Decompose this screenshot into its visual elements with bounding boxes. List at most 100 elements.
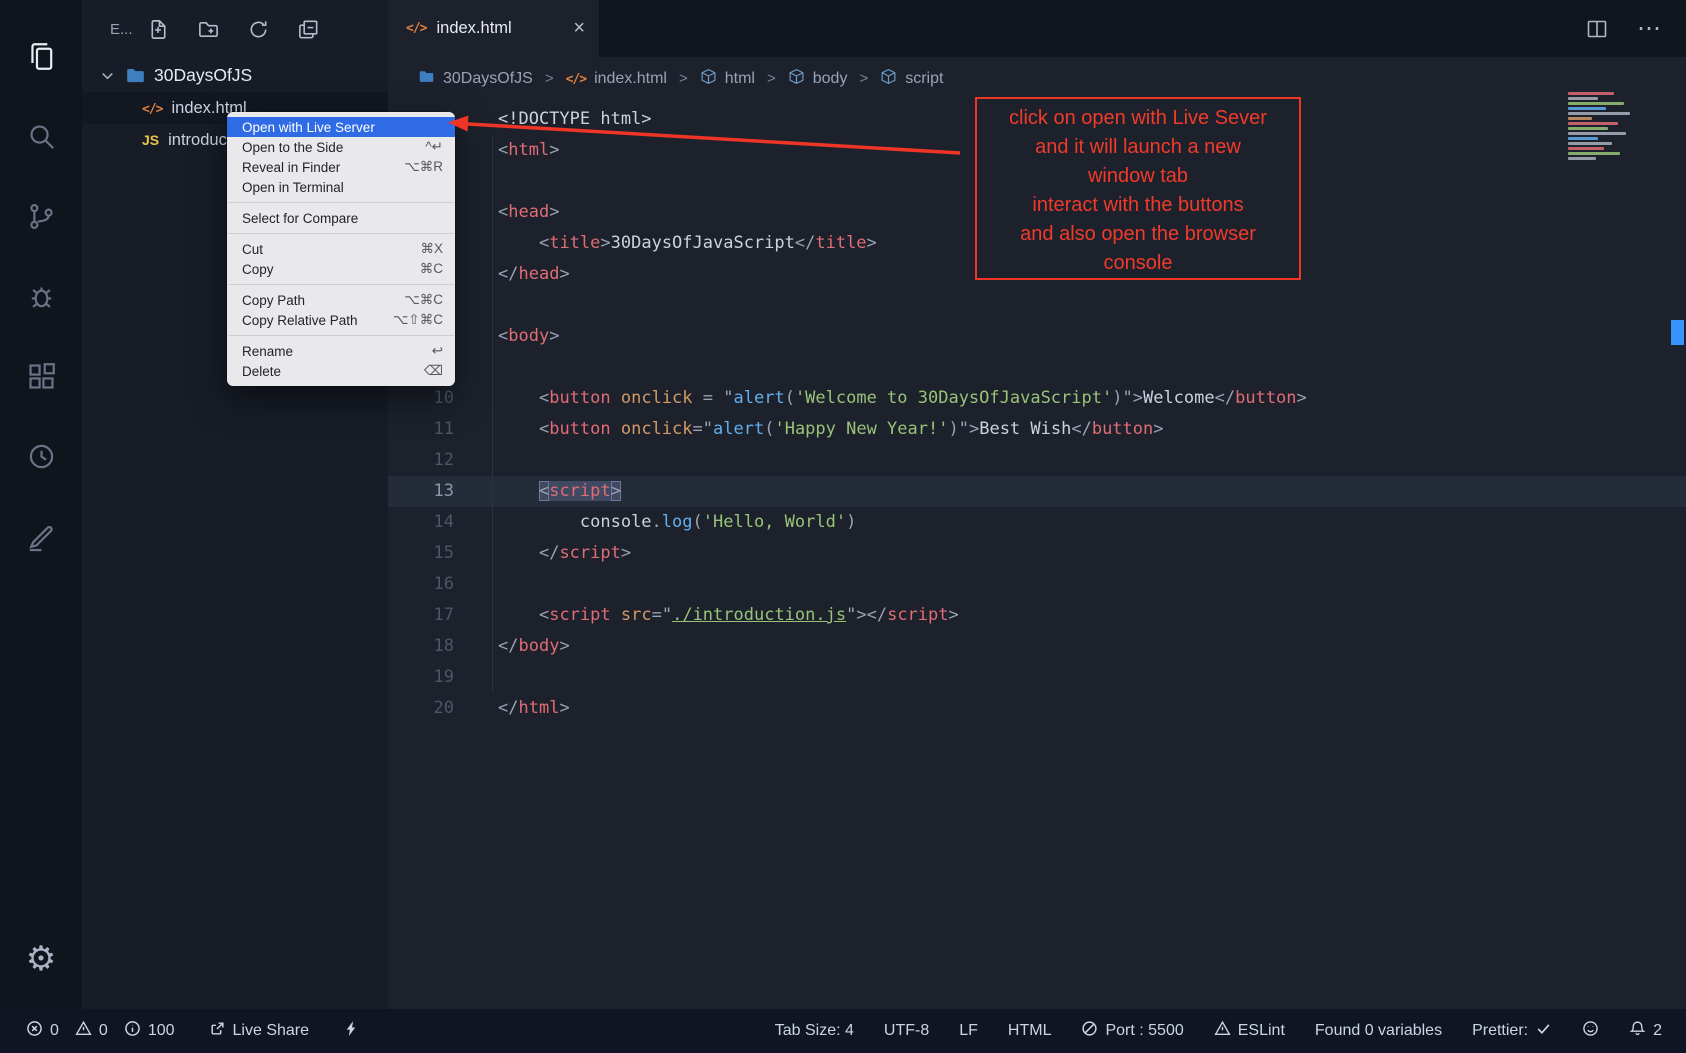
new-folder-icon[interactable] bbox=[197, 18, 220, 41]
debug-icon[interactable] bbox=[0, 256, 82, 336]
menu-item-shortcut: ⌥⌘R bbox=[404, 159, 443, 175]
status-errors[interactable]: 0 bbox=[26, 1020, 59, 1042]
status-info[interactable]: 100 bbox=[124, 1020, 175, 1042]
breadcrumb-item-index.html[interactable]: </>index.html bbox=[566, 70, 667, 88]
status-prettier[interactable]: Prettier: bbox=[1472, 1020, 1552, 1042]
more-actions-icon[interactable]: ⋯ bbox=[1637, 14, 1662, 43]
breadcrumb-item-30DaysOfJS[interactable]: 30DaysOfJS bbox=[418, 68, 533, 90]
collapse-all-icon[interactable] bbox=[297, 18, 320, 41]
folder-icon bbox=[125, 65, 146, 86]
status-notifications[interactable]: 2 bbox=[1629, 1020, 1662, 1042]
code-text: console.log('Hello, World') bbox=[482, 507, 856, 538]
symbol-icon bbox=[700, 68, 717, 90]
status-language-mode[interactable]: HTML bbox=[1008, 1022, 1052, 1040]
code-text: <body> bbox=[482, 321, 559, 352]
menu-item-select-for-compare[interactable]: Select for Compare bbox=[227, 208, 455, 228]
extensions-icon[interactable] bbox=[0, 336, 82, 416]
breadcrumb-label: html bbox=[725, 70, 755, 88]
menu-item-label: Open in Terminal bbox=[242, 180, 344, 195]
line-number: 17 bbox=[388, 600, 454, 631]
history-icon[interactable] bbox=[0, 416, 82, 496]
menu-item-copy[interactable]: Copy⌘C bbox=[227, 259, 455, 279]
info-icon bbox=[124, 1020, 141, 1042]
status-tab-size[interactable]: Tab Size: 4 bbox=[775, 1022, 854, 1040]
code-line[interactable]: 8<body> bbox=[388, 321, 1686, 352]
settings-gear-icon[interactable]: ⚙ bbox=[26, 942, 56, 976]
explorer-icon[interactable] bbox=[0, 16, 82, 96]
menu-item-rename[interactable]: Rename↩ bbox=[227, 341, 455, 361]
code-line[interactable]: 7 bbox=[388, 290, 1686, 321]
status-right: Tab Size: 4 UTF-8 LF HTML Port : 5500 ESLint F… bbox=[775, 1020, 1662, 1042]
code-line[interactable]: 20 </html> bbox=[388, 693, 1686, 724]
edit-session-icon[interactable] bbox=[0, 496, 82, 576]
status-variables[interactable]: Found 0 variables bbox=[1315, 1022, 1442, 1040]
tab-close-icon[interactable]: × bbox=[573, 17, 585, 40]
status-port[interactable]: Port : 5500 bbox=[1081, 1020, 1183, 1042]
menu-separator bbox=[228, 335, 454, 336]
menu-item-label: Copy Path bbox=[242, 293, 305, 308]
minimap[interactable] bbox=[1568, 92, 1660, 160]
line-number: 12 bbox=[388, 445, 454, 476]
split-editor-icon[interactable] bbox=[1585, 17, 1609, 41]
breadcrumb-item-html[interactable]: html bbox=[700, 68, 755, 90]
code-line[interactable]: 12 bbox=[388, 445, 1686, 476]
menu-separator bbox=[228, 202, 454, 203]
port-icon bbox=[1081, 1020, 1098, 1042]
tree-root-folder[interactable]: 30DaysOfJS bbox=[82, 58, 388, 92]
tab-bar: </> index.html × ⋯ bbox=[388, 0, 1686, 57]
tab-index-html[interactable]: </> index.html × bbox=[388, 0, 600, 57]
code-text bbox=[482, 445, 498, 476]
menu-item-open-with-live-server[interactable]: Open with Live Server bbox=[227, 117, 455, 137]
status-bolt[interactable] bbox=[343, 1020, 360, 1042]
code-line[interactable]: 10 <button onclick = "alert('Welcome to … bbox=[388, 383, 1686, 414]
menu-item-cut[interactable]: Cut⌘X bbox=[227, 239, 455, 259]
menu-item-copy-path[interactable]: Copy Path⌥⌘C bbox=[227, 290, 455, 310]
code-text: <script> bbox=[482, 476, 621, 507]
line-number: 20 bbox=[388, 693, 454, 724]
code-line[interactable]: 17 <script src="./introduction.js"></scr… bbox=[388, 600, 1686, 631]
menu-item-delete[interactable]: Delete⌫ bbox=[227, 361, 455, 381]
code-text bbox=[482, 352, 498, 383]
annotation-box: click on open with Live Sever and it wil… bbox=[975, 97, 1301, 280]
search-icon[interactable] bbox=[0, 96, 82, 176]
code-text: <head> bbox=[482, 197, 559, 228]
status-warnings[interactable]: 0 bbox=[75, 1020, 108, 1042]
source-control-icon[interactable] bbox=[0, 176, 82, 256]
breadcrumb-item-body[interactable]: body bbox=[788, 68, 848, 90]
error-icon bbox=[26, 1020, 43, 1042]
status-encoding[interactable]: UTF-8 bbox=[884, 1022, 929, 1040]
status-label: 0 bbox=[50, 1022, 59, 1040]
breadcrumb-item-script[interactable]: script bbox=[880, 68, 943, 90]
new-file-icon[interactable] bbox=[147, 18, 170, 41]
code-line[interactable]: 16 bbox=[388, 569, 1686, 600]
code-line[interactable]: 18</body> bbox=[388, 631, 1686, 662]
menu-item-open-in-terminal[interactable]: Open in Terminal bbox=[227, 177, 455, 197]
code-text: <html> bbox=[482, 135, 559, 166]
status-feedback[interactable] bbox=[1582, 1020, 1599, 1042]
status-live-share[interactable]: Live Share bbox=[209, 1020, 310, 1042]
code-line[interactable]: 11 <button onclick="alert('Happy New Yea… bbox=[388, 414, 1686, 445]
code-line[interactable]: 15 </script> bbox=[388, 538, 1686, 569]
refresh-icon[interactable] bbox=[247, 18, 270, 41]
code-line[interactable]: 14 console.log('Hello, World') bbox=[388, 507, 1686, 538]
code-text: </html> bbox=[482, 693, 570, 724]
status-eslint[interactable]: ESLint bbox=[1214, 1020, 1285, 1042]
menu-item-open-to-the-side[interactable]: Open to the Side^↵ bbox=[227, 137, 455, 157]
code-text: </head> bbox=[482, 259, 570, 290]
code-line[interactable]: 13 <script> bbox=[388, 476, 1686, 507]
line-number: 19 bbox=[388, 662, 454, 693]
status-label: HTML bbox=[1008, 1022, 1052, 1040]
js-file-icon: JS bbox=[142, 131, 159, 150]
breadcrumb-separator: > bbox=[679, 70, 688, 87]
line-number: 16 bbox=[388, 569, 454, 600]
status-eol[interactable]: LF bbox=[959, 1022, 978, 1040]
menu-item-label: Reveal in Finder bbox=[242, 160, 340, 175]
breadcrumb-separator: > bbox=[545, 70, 554, 87]
menu-item-label: Copy Relative Path bbox=[242, 313, 358, 328]
explorer-header: E... bbox=[82, 0, 388, 58]
chevron-down-icon bbox=[98, 66, 117, 85]
menu-item-reveal-in-finder[interactable]: Reveal in Finder ⌥⌘R bbox=[227, 157, 455, 177]
code-line[interactable]: 19 bbox=[388, 662, 1686, 693]
code-line[interactable]: 9 bbox=[388, 352, 1686, 383]
menu-item-copy-relative-path[interactable]: Copy Relative Path⌥⇧⌘C bbox=[227, 310, 455, 330]
